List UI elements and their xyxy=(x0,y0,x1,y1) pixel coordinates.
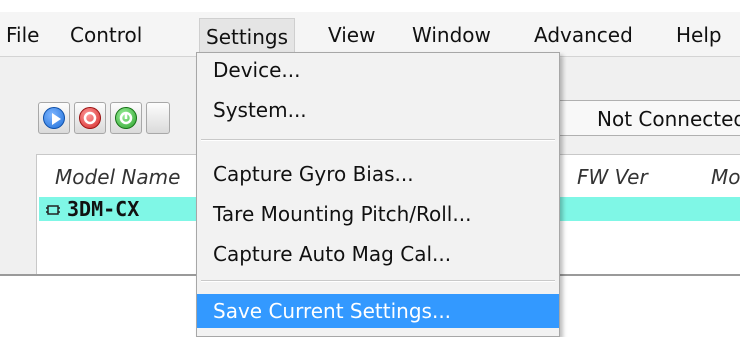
menu-separator xyxy=(201,139,555,141)
menu-item-capture-gyro-bias[interactable]: Capture Gyro Bias... xyxy=(197,157,559,191)
column-header-model-name[interactable]: Model Name xyxy=(55,165,180,189)
play-icon xyxy=(43,107,65,129)
device-icon xyxy=(46,205,60,215)
menu-bar: File Control Settings View Window Advanc… xyxy=(0,12,740,57)
play-button[interactable] xyxy=(38,102,70,134)
stop-button[interactable] xyxy=(74,102,106,134)
power-icon xyxy=(115,107,137,129)
toolbar-button[interactable] xyxy=(146,102,170,134)
column-header-mo[interactable]: Mo xyxy=(711,165,740,189)
menu-separator xyxy=(201,280,555,282)
device-model-name: 3DM-CX xyxy=(67,197,140,221)
menu-view[interactable]: View xyxy=(328,20,375,50)
record-button[interactable] xyxy=(110,102,142,134)
menu-window[interactable]: Window xyxy=(412,20,491,50)
menu-item-capture-auto-mag-cal[interactable]: Capture Auto Mag Cal... xyxy=(197,237,559,271)
menu-help[interactable]: Help xyxy=(676,20,722,50)
menu-settings[interactable]: Settings xyxy=(199,18,296,53)
menu-item-system[interactable]: System... xyxy=(197,93,559,127)
menu-item-tare-mounting-pitch-roll[interactable]: Tare Mounting Pitch/Roll... xyxy=(197,197,559,231)
menu-item-save-current-settings[interactable]: Save Current Settings... xyxy=(197,294,559,328)
menu-file[interactable]: File xyxy=(6,20,39,50)
device-model-cell: 3DM-CX xyxy=(45,197,139,221)
stop-icon xyxy=(79,107,101,129)
menu-item-device[interactable]: Device... xyxy=(197,53,559,87)
column-header-fw-ver[interactable]: FW Ver xyxy=(577,165,648,189)
settings-dropdown-menu: Device... System... Capture Gyro Bias...… xyxy=(196,52,560,337)
menu-advanced[interactable]: Advanced xyxy=(534,20,633,50)
menu-control[interactable]: Control xyxy=(70,20,142,50)
